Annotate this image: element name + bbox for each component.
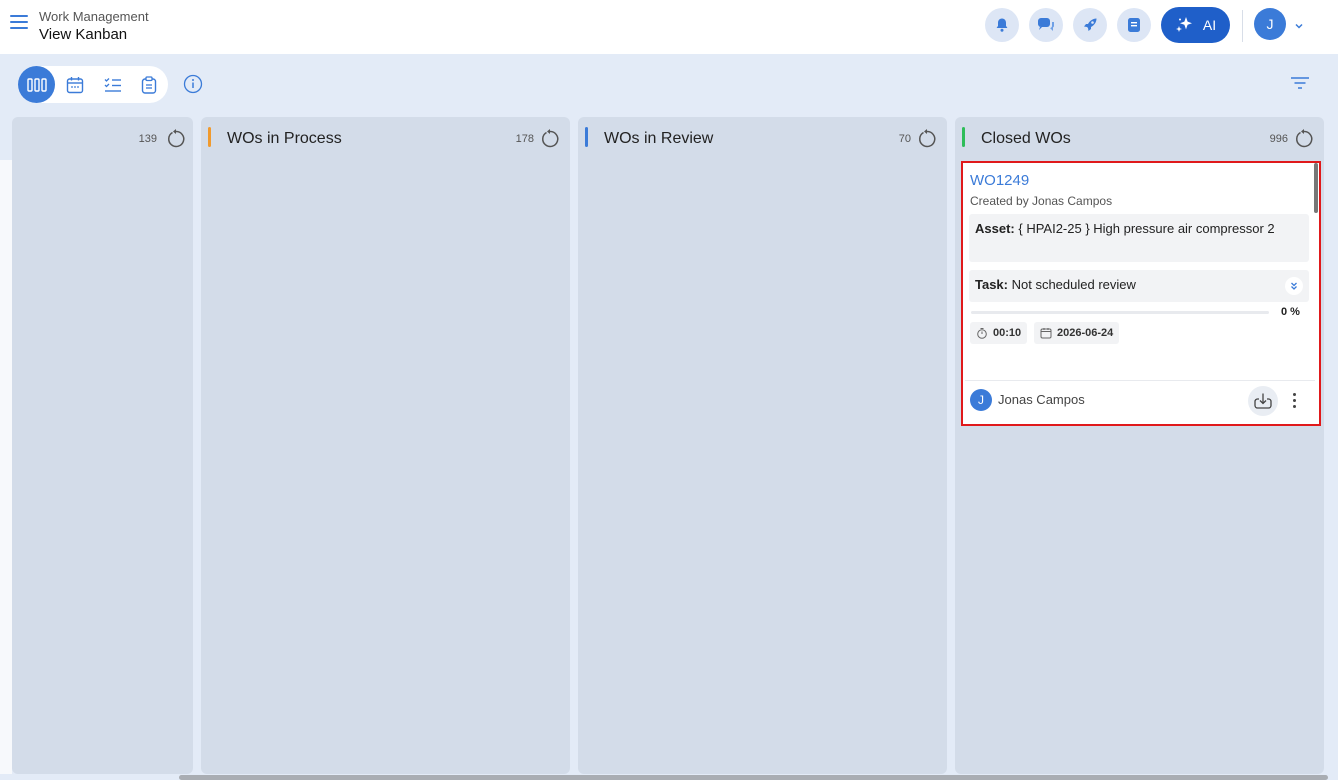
column-count: 178: [515, 133, 534, 145]
column-header: 139: [12, 117, 193, 161]
chat-icon[interactable]: [1029, 8, 1063, 42]
card-footer: J Jonas Campos: [965, 380, 1315, 420]
column-accent: [208, 127, 211, 147]
download-button[interactable]: [1248, 386, 1278, 416]
due-date-value: 2026-06-24: [1057, 327, 1114, 339]
refresh-icon[interactable]: [539, 128, 561, 155]
stopwatch-icon: [977, 328, 987, 339]
bell-icon[interactable]: [985, 8, 1019, 42]
header-divider: [1242, 10, 1243, 42]
column-count: 139: [138, 133, 157, 145]
ai-button-label: AI: [1202, 17, 1217, 33]
ai-assistant-button[interactable]: AI: [1161, 7, 1230, 43]
column-title: WOs in Review: [604, 130, 714, 147]
rocket-icon[interactable]: [1073, 8, 1107, 42]
task-value: Not scheduled review: [1008, 277, 1136, 292]
kanban-column-open: 139: [12, 117, 193, 774]
progress-percent: 0 %: [1281, 306, 1300, 318]
clipboard-view-icon[interactable]: [130, 66, 167, 103]
column-title: WOs in Process: [227, 130, 342, 147]
filter-icon[interactable]: [1290, 75, 1310, 96]
kanban-view-icon[interactable]: [18, 66, 55, 103]
refresh-icon[interactable]: [916, 128, 938, 155]
column-header: WOs in Review 70: [578, 117, 947, 161]
user-avatar[interactable]: J: [1254, 8, 1286, 40]
owner-avatar: J: [970, 389, 992, 411]
column-header: WOs in Process 178: [201, 117, 570, 161]
breadcrumb-section: Work Management: [39, 9, 149, 24]
date-chip: 2026-06-24: [1034, 322, 1120, 344]
duration-chip: 00:10: [970, 322, 1028, 344]
page-title: View Kanban: [39, 26, 128, 43]
top-bar: Work Management View Kanban AI J: [0, 0, 1338, 54]
asset-field: Asset: { HPAI2-25 } High pressure air co…: [969, 214, 1309, 262]
view-switcher: [18, 66, 168, 103]
chevron-down-icon[interactable]: [1294, 18, 1304, 36]
owner-name: Jonas Campos: [998, 392, 1085, 407]
column-title: Closed WOs: [981, 130, 1071, 147]
created-by-text: Created by Jonas Campos: [970, 194, 1113, 208]
task-label: Task:: [975, 277, 1008, 292]
calendar-icon: [1040, 328, 1052, 339]
card-scrollbar[interactable]: [1314, 163, 1318, 213]
document-icon[interactable]: [1117, 8, 1151, 42]
sparkle-icon: [1175, 17, 1192, 32]
column-count: 996: [1269, 133, 1288, 145]
menu-icon[interactable]: [10, 15, 28, 31]
refresh-icon[interactable]: [165, 128, 187, 155]
download-icon: [1254, 393, 1272, 409]
progress-bar: [971, 311, 1269, 314]
duration-value: 00:10: [993, 327, 1022, 339]
more-options-icon[interactable]: [1287, 389, 1301, 411]
calendar-view-icon[interactable]: [56, 66, 93, 103]
column-accent: [962, 127, 965, 147]
column-accent: [585, 127, 588, 147]
info-icon[interactable]: [183, 74, 203, 99]
refresh-icon[interactable]: [1293, 128, 1315, 155]
horizontal-scrollbar[interactable]: [179, 775, 1328, 780]
kanban-column-in-process: WOs in Process 178: [201, 117, 570, 774]
column-count: 70: [898, 133, 911, 145]
board-edge: [0, 160, 12, 774]
column-header: Closed WOs 996: [955, 117, 1324, 161]
checklist-view-icon[interactable]: [94, 66, 131, 103]
asset-label: Asset:: [975, 221, 1015, 236]
asset-value: { HPAI2-25 } High pressure air compresso…: [1014, 221, 1275, 236]
kanban-column-in-review: WOs in Review 70: [578, 117, 947, 774]
work-order-id-link[interactable]: WO1249: [970, 172, 1029, 189]
work-order-card[interactable]: WO1249 Created by Jonas Campos Asset: { …: [961, 161, 1321, 426]
task-field: Task: Not scheduled review: [969, 270, 1309, 302]
expand-chevron-icon[interactable]: [1285, 277, 1303, 295]
